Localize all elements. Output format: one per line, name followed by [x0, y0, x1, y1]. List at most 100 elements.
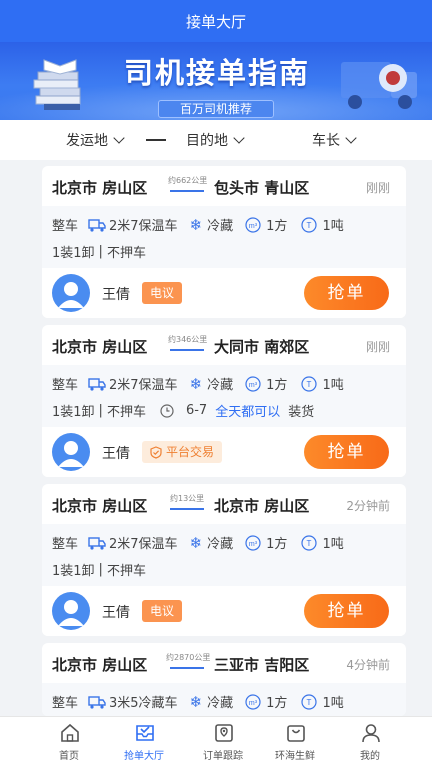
- snowflake-icon: ❄: [189, 215, 203, 234]
- route-arrow-icon: [170, 667, 204, 669]
- order-type: 整车: [52, 696, 79, 711]
- weight-icon: T: [301, 534, 318, 551]
- bottom-tab-bar: 首页 抢单大厅 订单跟踪 环海生鲜 我的: [0, 716, 432, 768]
- weight-value: 1吨: [322, 378, 344, 393]
- phone-negotiation-badge: 电议: [142, 600, 183, 622]
- tab-home[interactable]: 首页: [26, 717, 112, 768]
- truck-model: 3米5冷藏车: [109, 696, 178, 711]
- route-arrow-icon: [170, 349, 204, 351]
- weight-value: 1吨: [322, 219, 344, 234]
- order-card[interactable]: 北京市 房山区 约662公里 包头市 青山区 刚刚 整车 2米7保温车 ❄ 冷藏…: [42, 166, 406, 318]
- svg-text:m³: m³: [249, 541, 258, 548]
- user-avatar-icon: [58, 441, 84, 467]
- grab-order-button[interactable]: 抢单: [304, 594, 389, 628]
- tab-profile[interactable]: 我的: [327, 717, 413, 768]
- grab-order-button[interactable]: 抢单: [304, 276, 389, 310]
- avatar[interactable]: [52, 274, 90, 312]
- driver-name: 王倩: [102, 446, 130, 462]
- destination-city: 大同市 南郊区: [214, 338, 310, 356]
- route-arrow-icon: [170, 190, 204, 192]
- books-illustration-icon: [33, 59, 81, 110]
- volume-value: 1方: [266, 219, 288, 234]
- route-arrow-icon: [170, 508, 204, 510]
- user-avatar-icon: [58, 600, 84, 626]
- tab-label: 首页: [59, 751, 79, 762]
- chevron-down-icon: [345, 132, 357, 144]
- svg-text:T: T: [307, 698, 312, 707]
- truck-length-filter-label: 车长: [312, 133, 340, 149]
- truck-length-filter[interactable]: 车长: [312, 130, 357, 150]
- driver-name: 王倩: [102, 605, 130, 621]
- chevron-down-icon: [233, 132, 245, 144]
- truck-icon: [88, 695, 106, 709]
- svg-text:T: T: [307, 539, 312, 548]
- weight-icon: T: [301, 375, 318, 392]
- post-time: 刚刚: [365, 181, 390, 195]
- order-route: 北京市 房山区 约2870公里 三亚市 吉阳区 4分钟前: [42, 643, 406, 683]
- truck-model: 2米7保温车: [109, 537, 178, 552]
- temperature-mode: 冷藏: [207, 537, 234, 552]
- snowflake-icon: ❄: [189, 374, 203, 393]
- cargo-specs: 整车 3米5冷藏车 ❄ 冷藏 m³ 1方 T 1吨: [52, 692, 344, 712]
- app-title-bar: 接单大厅: [0, 0, 432, 42]
- origin-city: 北京市 房山区: [52, 338, 148, 356]
- destination-filter[interactable]: 目的地: [186, 130, 245, 150]
- svg-text:m³: m³: [249, 700, 258, 707]
- grab-order-button[interactable]: 抢单: [304, 435, 389, 469]
- distance-label: 约2870公里: [166, 653, 211, 662]
- order-track-icon: [215, 724, 233, 742]
- driver-row: 王倩 平台交易 抢单: [42, 427, 406, 477]
- escort-info: 不押车: [106, 564, 146, 579]
- origin-filter[interactable]: 发运地: [66, 130, 125, 150]
- post-time: 4分钟前: [346, 658, 390, 672]
- temperature-mode: 冷藏: [207, 378, 234, 393]
- load-unload: 1装1卸: [52, 405, 95, 420]
- user-avatar-icon: [58, 282, 84, 308]
- order-type: 整车: [52, 219, 79, 234]
- destination-city: 包头市 青山区: [214, 179, 310, 197]
- volume-icon: m³: [245, 375, 261, 392]
- weight-value: 1吨: [322, 696, 344, 711]
- order-route: 北京市 房山区 约662公里 包头市 青山区 刚刚: [42, 166, 406, 206]
- escort-info: 不押车: [106, 405, 146, 420]
- temperature-mode: 冷藏: [207, 219, 234, 234]
- volume-value: 1方: [266, 378, 288, 393]
- banner-subtitle: 百万司机推荐: [158, 100, 274, 118]
- svg-text:T: T: [307, 380, 312, 389]
- order-card[interactable]: 北京市 房山区 约13公里 北京市 房山区 2分钟前 整车 2米7保温车 ❄ 冷…: [42, 484, 406, 636]
- grab-hall-icon: [136, 725, 154, 741]
- fresh-bag-icon: [287, 725, 305, 742]
- page-title: 接单大厅: [185, 12, 246, 31]
- volume-icon: m³: [245, 534, 261, 551]
- weight-value: 1吨: [322, 537, 344, 552]
- load-date: 6-7: [185, 403, 208, 418]
- loading-info: 1装1卸 | 不押车: [52, 244, 146, 261]
- chevron-down-icon: [113, 132, 125, 144]
- load-unload: 1装1卸: [52, 246, 95, 261]
- truck-icon: [88, 536, 106, 550]
- order-type: 整车: [52, 537, 79, 552]
- phone-negotiation-badge: 电议: [142, 282, 183, 304]
- load-time-slot: 全天都可以: [215, 405, 281, 420]
- tab-grab-hall[interactable]: 抢单大厅: [101, 717, 187, 768]
- shield-check-icon: [150, 445, 162, 459]
- origin-filter-label: 发运地: [66, 133, 108, 149]
- profile-icon: [362, 724, 380, 743]
- tab-label: 抢单大厅: [124, 751, 164, 762]
- platform-trade-badge: 平台交易: [142, 441, 223, 463]
- temperature-mode: 冷藏: [207, 696, 234, 711]
- order-card[interactable]: 北京市 房山区 约346公里 大同市 南郊区 刚刚 整车 2米7保温车 ❄ 冷藏…: [42, 325, 406, 477]
- distance-label: 约346公里: [168, 335, 208, 344]
- driver-guide-banner[interactable]: 司机接单指南 百万司机推荐: [0, 42, 432, 120]
- order-details: 整车 2米7保温车 ❄ 冷藏 m³ 1方 T 1吨 1装1卸 | 不押车 6-7…: [42, 365, 406, 427]
- cargo-specs: 整车 2米7保温车 ❄ 冷藏 m³ 1方 T 1吨: [52, 533, 344, 553]
- distance-label: 约13公里: [170, 494, 205, 503]
- tab-fresh-market[interactable]: 环海生鲜: [252, 717, 338, 768]
- truck-model: 2米7保温车: [109, 378, 178, 393]
- avatar[interactable]: [52, 433, 90, 471]
- avatar[interactable]: [52, 592, 90, 630]
- origin-city: 北京市 房山区: [52, 656, 148, 674]
- order-card[interactable]: 北京市 房山区 约2870公里 三亚市 吉阳区 4分钟前 整车 3米5冷藏车 ❄…: [42, 643, 406, 716]
- origin-city: 北京市 房山区: [52, 497, 148, 515]
- order-route: 北京市 房山区 约346公里 大同市 南郊区 刚刚: [42, 325, 406, 365]
